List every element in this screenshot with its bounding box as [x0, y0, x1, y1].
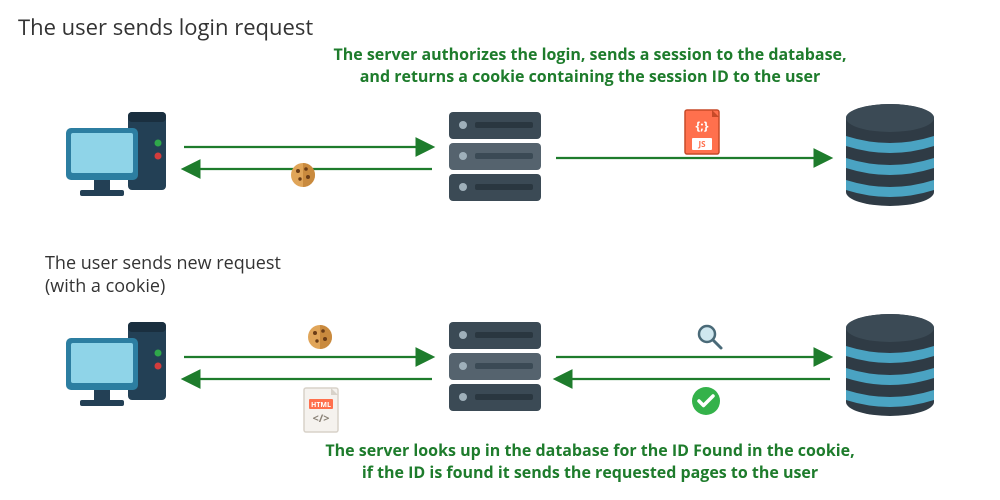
server-rack-icon-row1: [445, 110, 545, 210]
svg-text:</>: </>: [312, 411, 329, 426]
title-login-request: The user sends login request: [18, 12, 313, 42]
html-file-icon: HTML </>: [300, 385, 342, 440]
title-new-request: The user sends new request (with a cooki…: [45, 252, 305, 299]
svg-text:HTML: HTML: [311, 401, 331, 410]
database-icon-row2: [842, 312, 938, 422]
check-circle-icon: [690, 385, 722, 422]
cookie-icon-row1: [288, 160, 318, 195]
cookie-icon-row2: [305, 322, 335, 357]
server-rack-icon-row2: [445, 320, 545, 420]
svg-text:JS: JS: [697, 139, 706, 150]
magnifying-glass-icon: [695, 322, 725, 357]
explain-server-lookup: The server looks up in the database for …: [280, 440, 900, 483]
database-icon-row1: [842, 102, 938, 212]
svg-text:{;}: {;}: [696, 117, 709, 134]
explain-server-authorizes: The server authorizes the login, sends a…: [280, 44, 900, 87]
js-file-icon: {;} JS: [682, 108, 722, 161]
client-computer-icon-row1: [58, 108, 178, 213]
client-computer-icon-row2: [58, 318, 178, 423]
